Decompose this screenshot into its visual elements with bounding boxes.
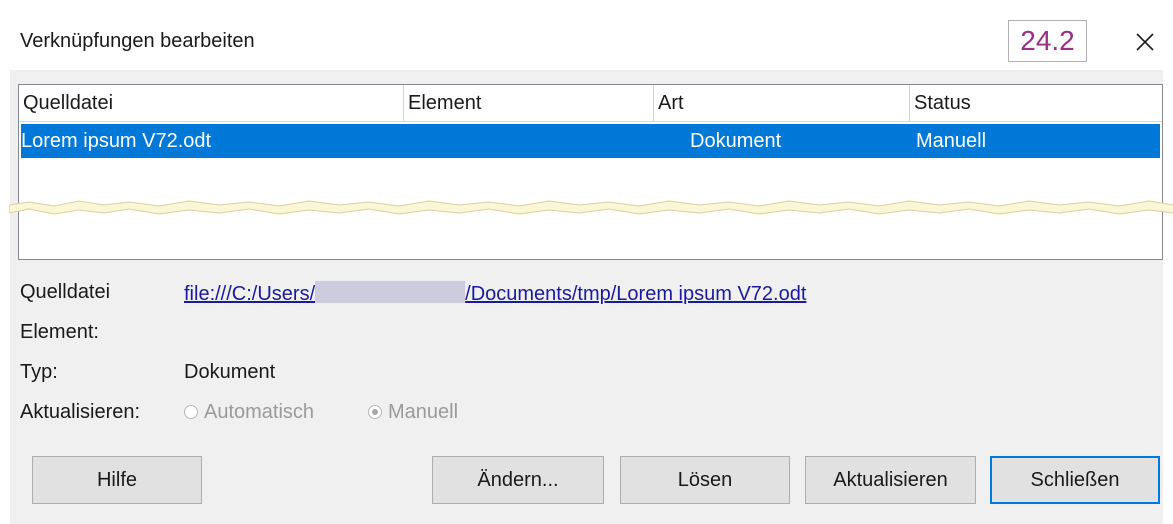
column-header-status[interactable]: Status [910, 85, 1162, 121]
redacted-username [315, 281, 466, 303]
radio-automatic-label: Automatisch [204, 401, 315, 423]
element-label: Element: [20, 321, 99, 343]
radio-unchecked-icon [184, 405, 198, 419]
title-bar: Verknüpfungen bearbeiten 24.2 [0, 0, 1173, 70]
type-value: Dokument [184, 361, 276, 383]
torn-edge-decoration [9, 200, 1173, 215]
refresh-button[interactable]: Aktualisieren [805, 456, 976, 504]
dialog-body: Quelldatei Element Art Status Lorem ipsu… [9, 70, 1173, 524]
column-header-element[interactable]: Element [404, 85, 654, 121]
column-header-type[interactable]: Art [654, 85, 910, 121]
dialog-title: Verknüpfungen bearbeiten [20, 30, 255, 52]
update-label: Aktualisieren: [20, 401, 141, 423]
source-link-prefix: file:///C:/Users/ [184, 283, 316, 305]
type-label: Typ: [20, 361, 58, 383]
close-dialog-button[interactable]: Schließen [990, 456, 1160, 504]
source-label: Quelldatei [20, 281, 111, 303]
radio-manual-label: Manuell [388, 401, 459, 423]
help-button[interactable]: Hilfe [32, 456, 202, 504]
edit-button[interactable]: Ändern... [432, 456, 604, 504]
cell-status: Manuell [916, 130, 987, 152]
source-link-suffix: /Documents/tmp/Lorem ipsum V72.odt [465, 283, 807, 305]
links-table[interactable]: Quelldatei Element Art Status Lorem ipsu… [9, 84, 1173, 260]
close-icon [1136, 33, 1154, 51]
source-file-link[interactable]: file:///C:/Users/ /Documents/tmp/Lorem ip… [184, 281, 806, 306]
column-header-source[interactable]: Quelldatei [19, 85, 404, 121]
cell-type: Dokument [690, 130, 782, 152]
radio-automatic[interactable]: Automatisch [184, 401, 314, 424]
close-button[interactable] [1130, 27, 1160, 57]
cell-source: Lorem ipsum V72.odt [21, 130, 212, 152]
table-header: Quelldatei Element Art Status [19, 85, 1162, 122]
radio-manual[interactable]: Manuell [368, 401, 458, 424]
radio-checked-icon [368, 405, 382, 419]
table-row[interactable]: Lorem ipsum V72.odt Dokument Manuell [21, 124, 1160, 158]
release-button[interactable]: Lösen [620, 456, 790, 504]
version-badge: 24.2 [1008, 20, 1087, 62]
